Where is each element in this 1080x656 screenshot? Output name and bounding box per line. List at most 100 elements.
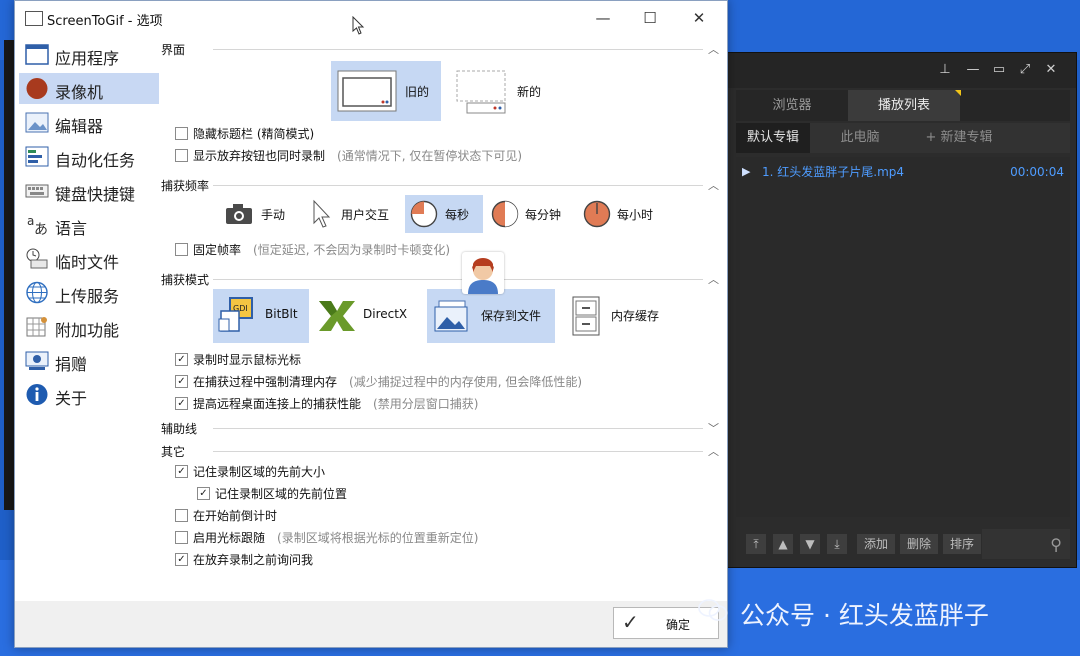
delete-button[interactable]: 删除: [900, 534, 938, 554]
checkbox-box[interactable]: [175, 509, 188, 522]
chevron-up-icon[interactable]: ︿: [708, 271, 719, 287]
sidebar-item-language[interactable]: aあ 语言: [19, 209, 159, 240]
list-item[interactable]: ▶ 1. 红头发蓝胖子片尾.mp4 00:00:04: [736, 161, 1070, 183]
sidebar-item-editor[interactable]: 编辑器: [19, 107, 159, 138]
minimize-button[interactable]: —: [590, 7, 616, 29]
mode-memory-cache-button[interactable]: 内存缓存: [565, 289, 675, 343]
move-bottom-button[interactable]: ⤓: [827, 534, 847, 554]
temp-files-icon: [26, 248, 48, 269]
checkbox-box[interactable]: [175, 531, 188, 544]
recorder-icon: [26, 78, 48, 99]
mode-bitblt-button[interactable]: GDI BitBlt: [213, 289, 309, 343]
minimize-icon[interactable]: —: [964, 62, 982, 78]
checkbox-label: 在开始前倒计时: [193, 509, 278, 523]
chevron-up-icon[interactable]: ︿: [708, 41, 719, 57]
tab-browser[interactable]: 浏览器: [736, 90, 848, 121]
player-tabs: 浏览器 播放列表: [736, 90, 1070, 121]
sidebar-item-temp-files[interactable]: 临时文件: [19, 243, 159, 274]
tab-playlist[interactable]: 播放列表: [848, 90, 961, 121]
checkbox-label: 启用光标跟随: [193, 531, 266, 545]
watermark-text: 公众号 · 红头发蓝胖子: [740, 601, 989, 630]
application-window-icon: [25, 44, 49, 65]
donate-icon: [25, 351, 49, 370]
check-icon: ✓: [622, 610, 639, 634]
move-down-button[interactable]: ▼: [800, 534, 820, 554]
freq-per-hour-button[interactable]: 每小时: [579, 195, 665, 233]
freq-per-minute-button[interactable]: 每分钟: [487, 195, 573, 233]
move-top-button[interactable]: ⤒: [746, 534, 766, 554]
save-image-icon: [434, 300, 468, 332]
sidebar-item-application[interactable]: 应用程序: [19, 39, 159, 70]
checkbox-box[interactable]: ✓: [175, 375, 188, 388]
interface-new-button[interactable]: 新的: [451, 61, 561, 121]
checkbox-box[interactable]: ✓: [175, 465, 188, 478]
options-dialog: ScreenToGif - 选项 — ☐ ✕ 应用程序 录像机 编辑器 自动化任…: [14, 0, 728, 648]
freq-manual-button[interactable]: 手动: [221, 195, 301, 233]
checkbox-box[interactable]: ✓: [175, 353, 188, 366]
section-interface[interactable]: 界面 ︿: [161, 41, 721, 57]
album-this-pc[interactable]: 此电脑: [820, 123, 900, 153]
editor-image-icon: [25, 112, 49, 133]
sidebar-item-upload[interactable]: 上传服务: [19, 277, 159, 308]
directx-icon: [319, 301, 355, 331]
automation-tasks-icon: [25, 146, 49, 167]
player-window: ⊥ — ▭ ⤢ ✕ 浏览器 播放列表 默认专辑 此电脑 + 新建专辑 ▶ 1. …: [727, 52, 1077, 568]
sidebar-item-donate[interactable]: 捐赠: [19, 345, 159, 376]
playlist-search-input[interactable]: ⚲: [982, 529, 1070, 559]
freq-interaction-button[interactable]: 用户交互: [307, 195, 403, 233]
sidebar-item-automation[interactable]: 自动化任务: [19, 141, 159, 172]
sidebar-item-label: 自动化任务: [55, 151, 136, 170]
chevron-up-icon[interactable]: ︿: [708, 443, 719, 459]
close-icon[interactable]: ✕: [1042, 62, 1060, 78]
info-icon: [26, 384, 48, 405]
checkbox-box[interactable]: ✓: [197, 487, 210, 500]
mode-save-to-file-button[interactable]: 保存到文件: [427, 289, 555, 343]
freq-interaction-label: 用户交互: [341, 208, 390, 222]
sidebar-item-label: 编辑器: [55, 117, 104, 136]
sidebar-item-label: 语言: [55, 219, 88, 238]
sidebar-item-label: 录像机: [55, 83, 104, 102]
pin-icon[interactable]: ⊥: [936, 62, 954, 78]
section-guidelines[interactable]: 辅助线 ﹀: [161, 420, 721, 436]
section-title: 捕获频率: [161, 179, 210, 193]
tab-playlist-label: 播放列表: [877, 98, 930, 113]
checkbox-box[interactable]: [175, 127, 188, 140]
mode-directx-button[interactable]: DirectX: [313, 289, 417, 343]
checkbox-box[interactable]: ✓: [175, 397, 188, 410]
section-title: 捕获模式: [161, 273, 210, 287]
section-other[interactable]: 其它 ︿: [161, 443, 721, 459]
sidebar-item-about[interactable]: 关于: [19, 379, 159, 410]
add-button[interactable]: 添加: [857, 534, 895, 554]
sidebar-item-recorder[interactable]: 录像机: [19, 73, 159, 104]
checkbox-box[interactable]: [175, 243, 188, 256]
interface-old-button[interactable]: 旧的: [331, 61, 441, 121]
restore-icon[interactable]: ▭: [990, 62, 1008, 78]
close-button[interactable]: ✕: [686, 7, 712, 29]
checkbox-hint: (减少捕捉过程中的内存使用, 但会降低性能): [349, 375, 583, 389]
move-up-button[interactable]: ▲: [773, 534, 793, 554]
checkbox-box[interactable]: [175, 149, 188, 162]
fullscreen-icon[interactable]: ⤢: [1016, 62, 1034, 78]
section-capture-frequency[interactable]: 捕获频率 ︿: [161, 177, 721, 193]
globe-icon: [26, 281, 48, 304]
new-album-button[interactable]: + 新建专辑: [904, 123, 1014, 153]
checkbox-label: 提高远程桌面连接上的捕获性能: [193, 397, 362, 411]
section-divider: [213, 185, 703, 186]
album-default[interactable]: 默认专辑: [736, 123, 810, 153]
sidebar-item-extras[interactable]: 附加功能: [19, 311, 159, 342]
chevron-down-icon[interactable]: ﹀: [708, 420, 719, 436]
checkbox-hint: (禁用分层窗口捕获): [373, 397, 479, 411]
sort-button[interactable]: 排序: [943, 534, 981, 554]
avatar: [462, 252, 504, 294]
chevron-up-icon[interactable]: ︿: [708, 177, 719, 193]
checkbox-label-wrap: 固定帧率 (恒定延迟, 不会因为录制时卡顿变化): [193, 241, 450, 258]
list-item-duration: 00:00:04: [1010, 165, 1064, 179]
section-capture-mode[interactable]: 捕获模式 ︿: [161, 271, 721, 287]
freq-per-second-button[interactable]: 每秒: [405, 195, 483, 233]
sidebar-item-keyboard[interactable]: 键盘快捷键: [19, 175, 159, 206]
checkbox-box[interactable]: ✓: [175, 553, 188, 566]
section-title: 其它: [161, 445, 186, 459]
maximize-button[interactable]: ☐: [637, 7, 663, 29]
freq-manual-label: 手动: [261, 208, 286, 222]
section-divider: [213, 49, 703, 50]
